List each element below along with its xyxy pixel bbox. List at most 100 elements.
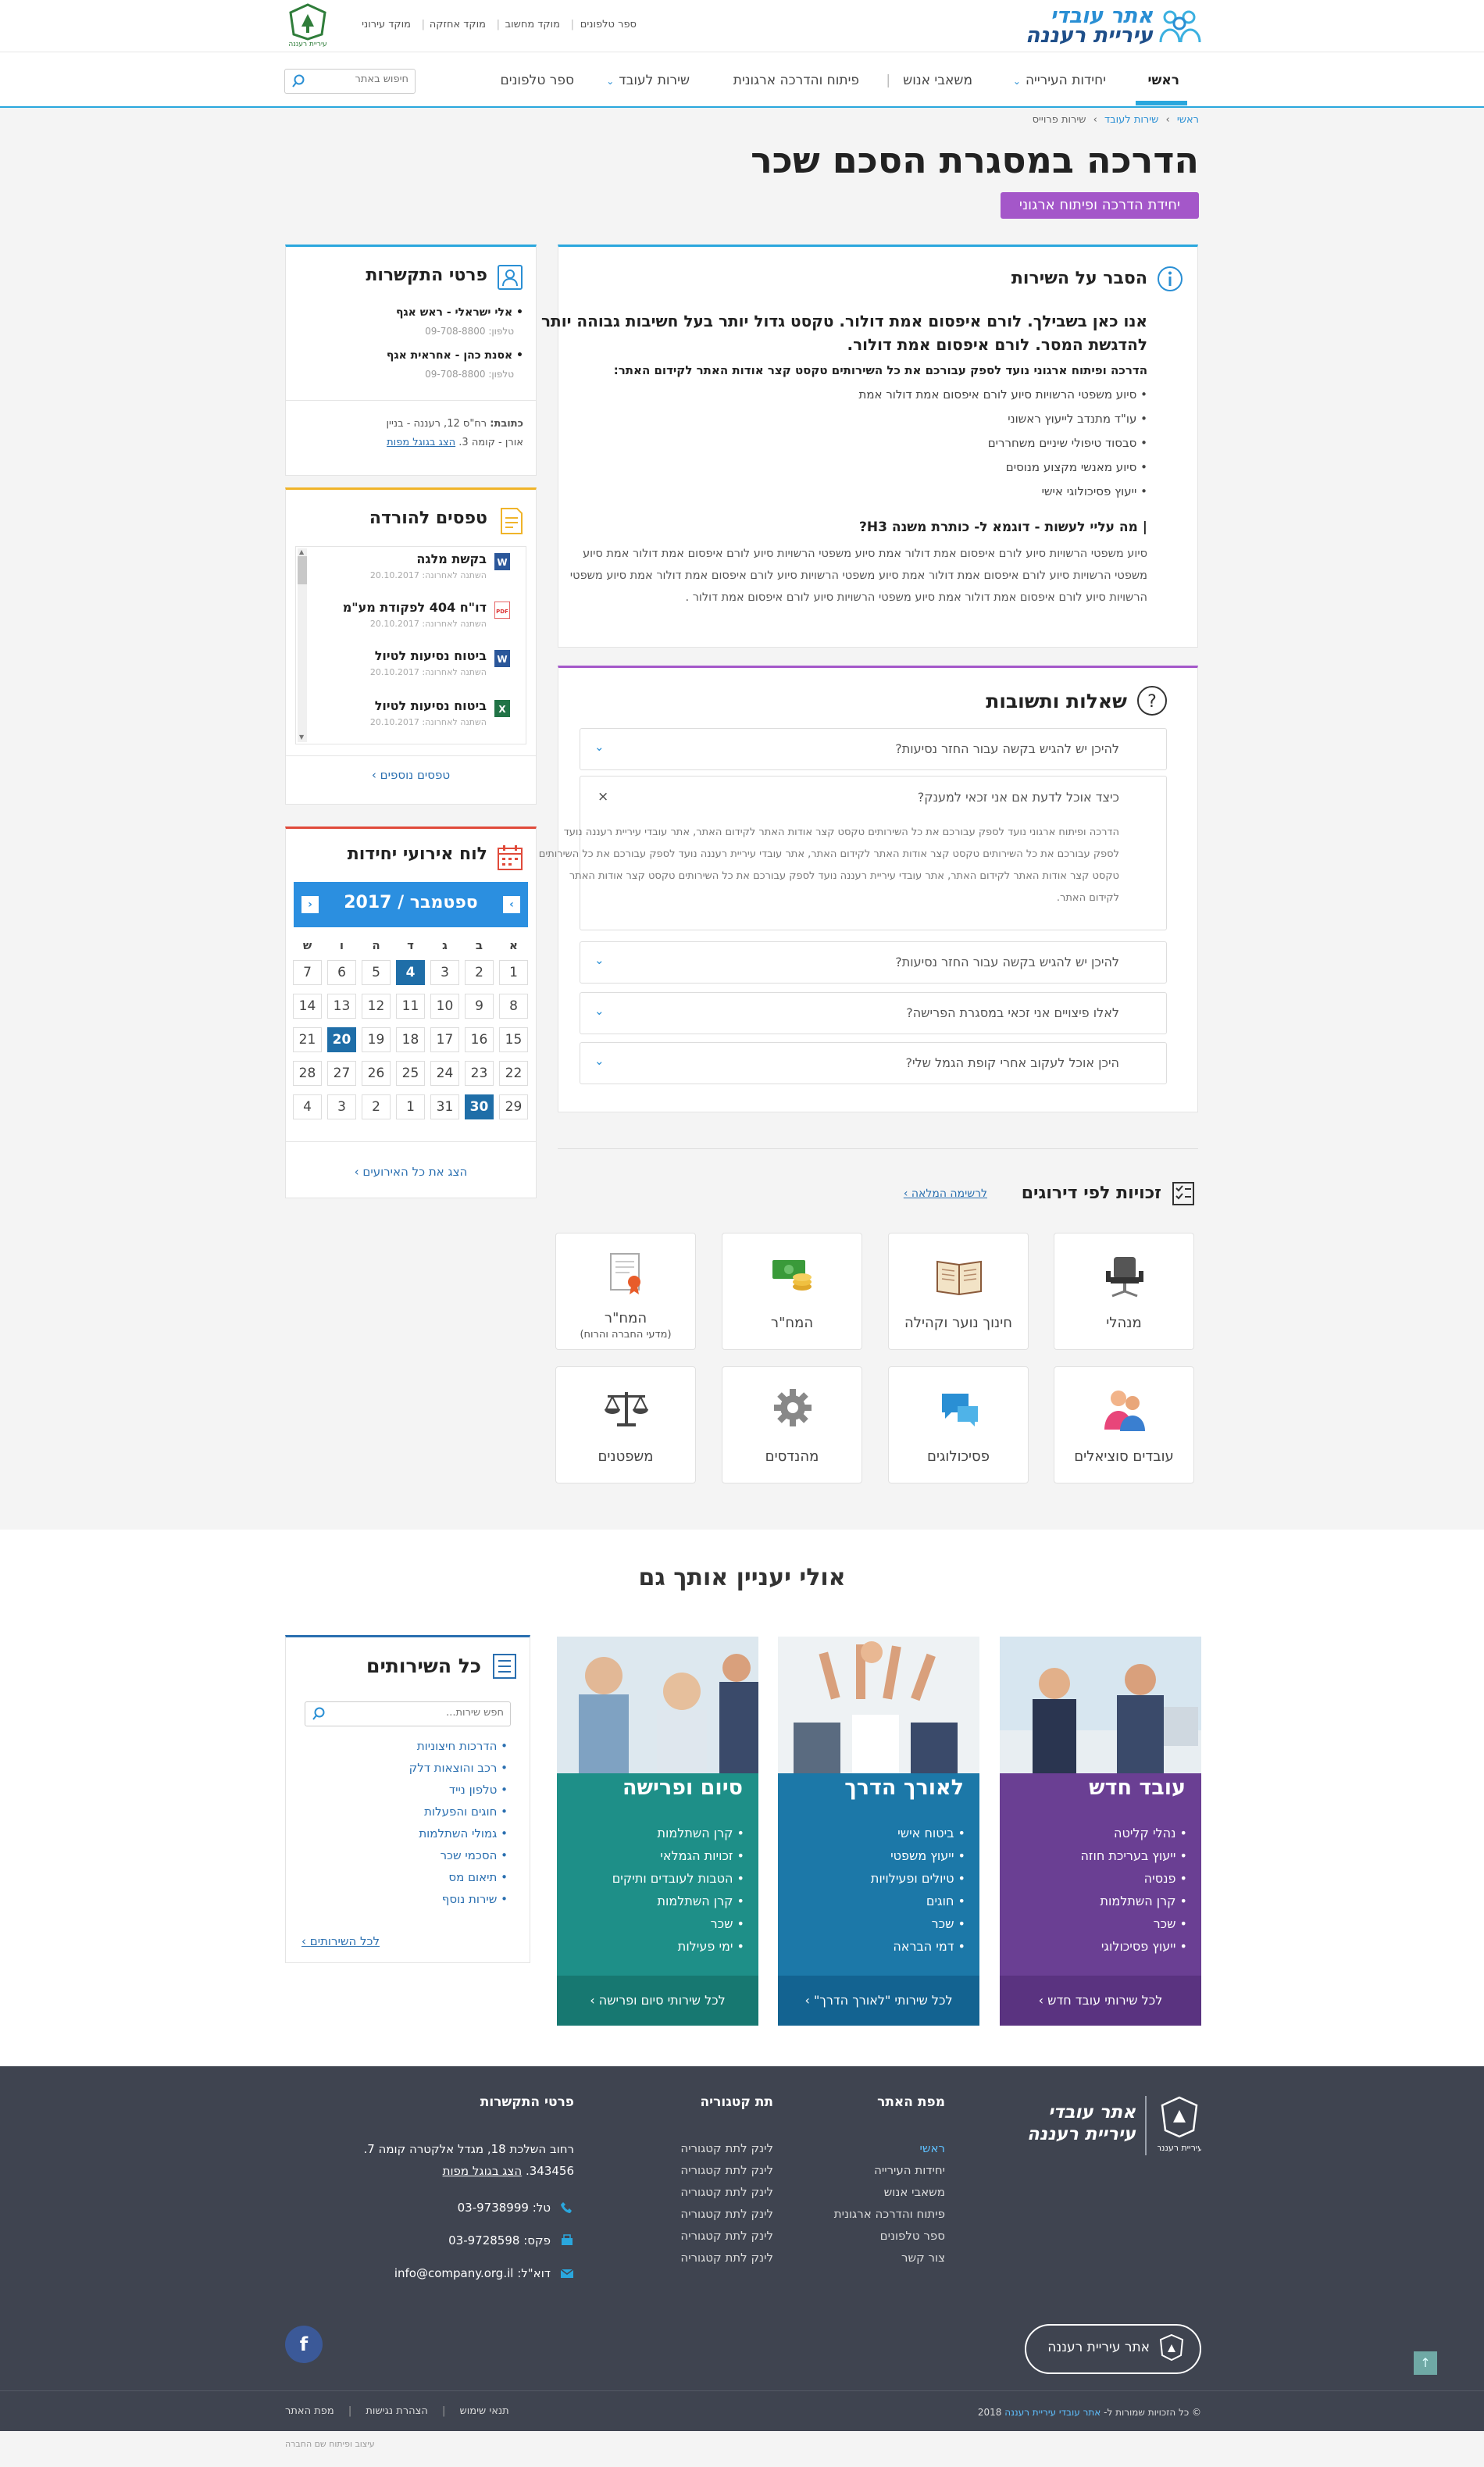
calendar-day[interactable]: 4	[293, 1094, 322, 1119]
footer-subcat-link[interactable]: לינק לתת קטגוריה	[680, 2229, 773, 2243]
service-card-item[interactable]: הטבות לעובדים ותיקים	[612, 1871, 744, 1886]
footer-email[interactable]: דוא"ל: info@company.org.il	[394, 2266, 551, 2280]
calendar-day[interactable]: 2	[362, 1094, 391, 1119]
service-card-footer-link[interactable]: לכל שירותי "לאורך הדרך" ›	[778, 1976, 979, 2026]
footer-subcat-link[interactable]: לינק לתת קטגוריה	[680, 2185, 773, 2199]
nav-item-phonebook[interactable]: ספר טלפונים	[501, 73, 574, 88]
service-card-new-employee[interactable]: עובד חדש נהלי קליטה ייעוץ בעריכת חוזה פנ…	[1000, 1637, 1201, 2026]
service-card-item[interactable]: קרן השתלמות	[1080, 1894, 1187, 1908]
city-logo[interactable]: עיריית רעננה	[286, 3, 330, 50]
service-card-footer-link[interactable]: לכל שירותי סיום ופרישה ›	[557, 1976, 758, 2026]
calendar-day[interactable]: 17	[430, 1027, 459, 1052]
terms-link[interactable]: תנאי שימוש	[460, 2405, 509, 2417]
util-link-computing[interactable]: מוקד מחשוב	[505, 19, 560, 30]
search-icon[interactable]	[312, 1707, 326, 1721]
service-card-along-the-way[interactable]: לאורך הדרך ביטוח אישי ייעוץ משפטי טיולים…	[778, 1637, 979, 2026]
accessibility-link[interactable]: הצהרת נגישות	[366, 2405, 427, 2417]
calendar-day[interactable]: 15	[499, 1027, 528, 1052]
service-card-item[interactable]: ביטוח אישי	[871, 1826, 965, 1840]
service-card-item[interactable]: חוגים	[871, 1894, 965, 1908]
service-link[interactable]: שירות נוסף	[442, 1892, 508, 1906]
calendar-day[interactable]: 11	[396, 994, 425, 1019]
calendar-prev-button[interactable]: ‹	[301, 896, 319, 913]
service-card-item[interactable]: שכר	[871, 1916, 965, 1931]
footer-tel[interactable]: טל: 03-9738999	[458, 2201, 551, 2215]
breadcrumb-item[interactable]: ראשי	[1177, 114, 1199, 126]
forms-scrollbar[interactable]: ▼ ▲	[298, 548, 307, 742]
site-search[interactable]	[284, 69, 416, 94]
faq-item[interactable]: להיכן יש להגיש בקשה עבור החזר נסיעות? ⌄	[580, 728, 1167, 770]
service-card-item[interactable]: קרן השתלמות	[612, 1826, 744, 1840]
all-events-link[interactable]: הצג את כל האירועים ›	[286, 1165, 536, 1179]
calendar-day[interactable]: 1	[499, 960, 528, 985]
service-link[interactable]: תיאום מס	[448, 1870, 508, 1884]
rank-tile-mahar-humanities[interactable]: המח"ר (מדעי החברה והרוח)	[555, 1233, 696, 1350]
footer-subcat-link[interactable]: לינק לתת קטגוריה	[680, 2141, 773, 2155]
service-card-retirement[interactable]: סיום ופרישה קרן השתלמות זכויות הגמלאי הט…	[557, 1637, 758, 2026]
service-card-item[interactable]: ימי פעילות	[612, 1939, 744, 1954]
calendar-day[interactable]: 10	[430, 994, 459, 1019]
contact-map-link[interactable]: הצג בגוגל מפות	[387, 437, 455, 448]
calendar-day[interactable]: 26	[362, 1061, 391, 1086]
service-card-item[interactable]: ייעוץ משפטי	[871, 1848, 965, 1863]
faq-item[interactable]: להיכן יש להגיש בקשה עבור החזר נסיעות? ⌄	[580, 941, 1167, 984]
footer-sitemap-link[interactable]: פיתוח והדרכה ארגונית	[834, 2207, 945, 2221]
nav-item-hr[interactable]: משאבי אנוש|	[886, 73, 972, 88]
form-title[interactable]: בקשת מלגה	[416, 552, 487, 566]
footer-sitemap-link[interactable]: יחידות העירייה	[874, 2163, 945, 2177]
service-card-item[interactable]: ייעוץ בעריכת חוזה	[1080, 1848, 1187, 1863]
calendar-day[interactable]: 18	[396, 1027, 425, 1052]
rank-tile-mahar[interactable]: המח"ר	[722, 1233, 862, 1350]
calendar-day[interactable]: 5	[362, 960, 391, 985]
all-services-link[interactable]: לכל השירותים ›	[301, 1934, 380, 1948]
search-icon[interactable]	[291, 74, 305, 88]
service-search-input[interactable]	[348, 1707, 504, 1719]
calendar-day[interactable]: 7	[293, 960, 322, 985]
rank-tile-psychologists[interactable]: פסיכולוגים	[888, 1366, 1029, 1483]
service-card-item[interactable]: ייעוץ פסיכולוגי	[1080, 1939, 1187, 1954]
faq-item[interactable]: היכן אוכל לעקוב אחרי קופת הגמל שלי? ⌄	[580, 1042, 1167, 1084]
util-link-maintenance[interactable]: מוקד אחזקה	[430, 19, 486, 30]
footer-sitemap-link[interactable]: משאבי אנוש	[884, 2185, 945, 2199]
rank-tile-managers[interactable]: מנהלי	[1054, 1233, 1194, 1350]
rank-tile-engineers[interactable]: מהנדסים	[722, 1366, 862, 1483]
footer-fax[interactable]: פקס: 03-9728598	[448, 2233, 551, 2247]
footer-map-link[interactable]: הצג בגוגל מפות	[443, 2164, 523, 2178]
calendar-day[interactable]: 21	[293, 1027, 322, 1052]
service-link[interactable]: טלפון נייד	[449, 1783, 508, 1797]
calendar-day[interactable]: 9	[465, 994, 494, 1019]
ranks-full-list-link[interactable]: לרשימה המלאה ›	[904, 1187, 987, 1200]
service-search[interactable]	[305, 1701, 511, 1726]
service-card-item[interactable]: נהלי קליטה	[1080, 1826, 1187, 1840]
footer-subcat-link[interactable]: לינק לתת קטגוריה	[680, 2251, 773, 2265]
calendar-day[interactable]: 6	[327, 960, 356, 985]
nav-item-training[interactable]: פיתוח והדרכה ארגונית	[733, 73, 859, 88]
nav-item-employee-service[interactable]: שירות לעובד ⌄	[606, 73, 690, 88]
calendar-day[interactable]: 1	[396, 1094, 425, 1119]
calendar-day[interactable]: 30	[465, 1094, 494, 1119]
footer-subcat-link[interactable]: לינק לתת קטגוריה	[680, 2207, 773, 2221]
calendar-day[interactable]: 14	[293, 994, 322, 1019]
site-logo[interactable]: אתר עובדי עיריית רעננה	[998, 5, 1201, 46]
nav-item-city-units[interactable]: יחידות העירייה ⌄	[1013, 73, 1106, 88]
calendar-day[interactable]: 28	[293, 1061, 322, 1086]
footer-sitemap-link[interactable]: ראשי	[920, 2141, 945, 2155]
footer-subcat-link[interactable]: לינק לתת קטגוריה	[680, 2163, 773, 2177]
service-card-item[interactable]: טיולים ופעילויות	[871, 1871, 965, 1886]
copyright-link[interactable]: אתר עובדי עיריית רעננה	[1004, 2407, 1101, 2418]
util-link-municipal[interactable]: מוקד עירוני	[362, 19, 411, 30]
credit[interactable]: עיצוב ופיתוח שם החברה	[285, 2439, 375, 2449]
calendar-day[interactable]: 24	[430, 1061, 459, 1086]
breadcrumb-item[interactable]: שירות לעובד	[1104, 114, 1158, 126]
contact-phone[interactable]: טלפון: 09-708-8800	[425, 369, 514, 380]
rank-tile-education[interactable]: חינוך נוער וקהילה	[888, 1233, 1029, 1350]
calendar-day[interactable]: 12	[362, 994, 391, 1019]
contact-phone[interactable]: טלפון: 09-708-8800	[425, 326, 514, 337]
service-card-footer-link[interactable]: לכל שירותי עובד חדש ›	[1000, 1976, 1201, 2026]
calendar-day[interactable]: 29	[499, 1094, 528, 1119]
service-link[interactable]: הסכמי שכר	[441, 1848, 508, 1862]
scroll-to-top-button[interactable]: ↑	[1414, 2351, 1437, 2375]
calendar-day[interactable]: 22	[499, 1061, 528, 1086]
service-card-item[interactable]: שכר	[1080, 1916, 1187, 1931]
form-title[interactable]: ביטוח נסיעות לטיול	[375, 648, 487, 663]
